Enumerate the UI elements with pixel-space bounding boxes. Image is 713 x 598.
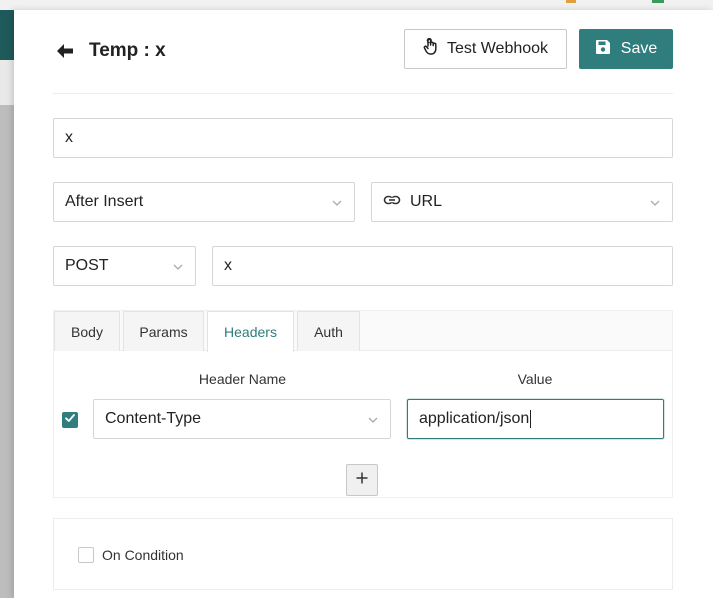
tab-body-label: Body (71, 323, 103, 340)
tab-headers-label: Headers (224, 324, 277, 340)
method-select[interactable]: POST (53, 246, 196, 286)
header-name-select[interactable]: Content-Type (93, 399, 391, 439)
plus-icon (355, 471, 369, 490)
browser-extension-icon (652, 0, 664, 3)
check-icon (64, 411, 76, 429)
chevron-down-icon (367, 413, 379, 425)
chevron-down-icon (649, 196, 661, 208)
tab-headers[interactable]: Headers (207, 311, 294, 352)
drawer-header: Temp : x Test Webhook Save (14, 10, 713, 94)
test-webhook-label: Test Webhook (446, 40, 549, 57)
tab-body[interactable]: Body (54, 311, 120, 351)
header-divider (53, 93, 673, 94)
header-value-input[interactable]: application/json (407, 399, 664, 439)
header-name-value: Content-Type (105, 410, 202, 427)
webhook-title-value: x (65, 129, 73, 146)
notification-type-value: URL (410, 193, 443, 210)
background-header-sliver (0, 10, 14, 60)
arrow-left-icon[interactable] (55, 41, 75, 61)
save-label: Save (620, 40, 658, 57)
notification-type-select[interactable]: URL (371, 182, 673, 222)
save-icon (595, 39, 611, 60)
browser-extension-icon (566, 0, 576, 3)
tab-bar: Body Params Headers Auth (54, 311, 672, 352)
link-icon (383, 191, 401, 214)
header-enabled-checkbox[interactable] (62, 412, 78, 428)
save-button[interactable]: Save (579, 29, 673, 69)
request-tabs-panel: Body Params Headers Auth Header Name Val… (53, 310, 673, 498)
value-column: Value (517, 371, 553, 387)
tab-params-label: Params (139, 323, 188, 340)
page-title: Temp : x (89, 40, 166, 61)
tab-auth[interactable]: Auth (297, 311, 360, 351)
url-input[interactable]: x (212, 246, 673, 286)
chevron-down-icon (172, 260, 184, 272)
tab-params[interactable]: Params (123, 311, 204, 351)
event-select-value: After Insert (65, 193, 144, 210)
browser-top-strip (0, 0, 713, 10)
chevron-down-icon (331, 196, 343, 208)
event-select[interactable]: After Insert (53, 182, 355, 222)
tab-auth-label: Auth (314, 323, 343, 340)
method-select-value: POST (65, 257, 109, 274)
test-webhook-button[interactable]: Test Webhook (404, 29, 567, 69)
webhook-drawer: Temp : x Test Webhook Save x After Inser… (14, 10, 713, 598)
on-condition-label: On Condition (102, 547, 184, 563)
background-content-sliver (0, 60, 14, 105)
notification-type-display: URL (383, 191, 442, 214)
on-condition-checkbox[interactable] (78, 547, 94, 563)
condition-section: On Condition (53, 518, 673, 590)
header-name-column: Header Name (198, 371, 287, 387)
add-header-button[interactable] (346, 464, 378, 496)
text-cursor (530, 410, 532, 428)
header-value-text: application/json (419, 410, 530, 427)
url-value: x (224, 257, 232, 274)
webhook-title-input[interactable]: x (53, 118, 673, 158)
hand-pointer-icon (423, 37, 439, 61)
